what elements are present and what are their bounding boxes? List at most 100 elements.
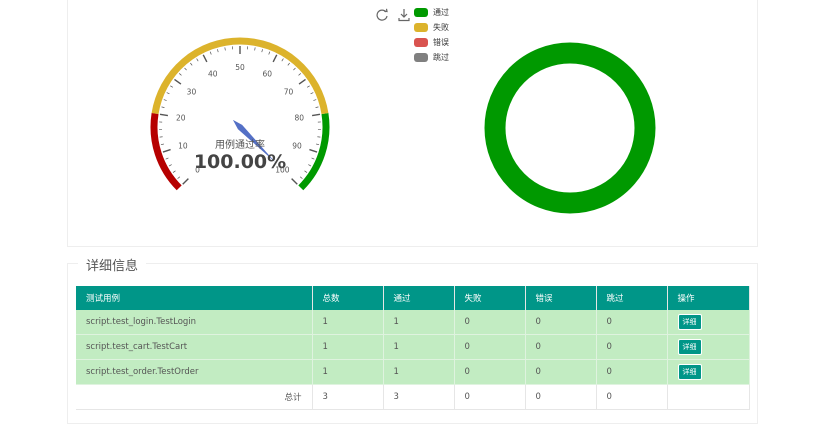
gauge-minor-tick: [308, 164, 312, 167]
summary-error: 0: [525, 384, 597, 410]
case-name: script.test_login.TestLogin: [76, 310, 313, 335]
gauge-minor-tick: [161, 106, 165, 108]
details-table: 测试用例 总数 通过 失败 错误 跳过 操作 script.test_login…: [76, 286, 750, 410]
gauge-minor-tick: [163, 99, 167, 101]
legend-swatch: [414, 38, 428, 47]
gauge-minor-tick: [254, 47, 256, 51]
cell-total: 1: [312, 359, 384, 385]
download-icon[interactable]: [397, 7, 411, 22]
table-row: script.test_order.TestOrder 1 1 0 0 0 详细: [76, 359, 750, 385]
gauge-minor-tick: [209, 51, 212, 55]
gauge-tick-label: 60: [262, 70, 272, 79]
gauge-tick-label: 0: [195, 165, 200, 174]
chart-toolbox: [375, 7, 411, 22]
donut-slice-pass[interactable]: [484, 42, 656, 214]
gauge-minor-tick: [196, 58, 199, 62]
legend-item-pass[interactable]: 通过: [414, 5, 449, 20]
case-name: script.test_order.TestOrder: [76, 359, 313, 385]
cell-skip: 0: [596, 310, 668, 335]
cell-fail: 0: [454, 310, 526, 335]
gauge-minor-tick: [310, 92, 314, 95]
gauge-minor-tick: [166, 92, 170, 95]
summary-row: 总计 3 3 0 0 0: [76, 384, 750, 410]
gauge-major-tick: [174, 78, 182, 85]
gauge-minor-tick: [293, 67, 296, 71]
gauge-tick-label: 70: [284, 88, 294, 97]
header-error: 错误: [525, 286, 597, 310]
gauge-tick-label: 80: [294, 114, 304, 123]
gauge-minor-tick: [316, 143, 320, 146]
cell-pass: 1: [383, 334, 455, 360]
gauge-minor-tick: [315, 106, 319, 108]
gauge-title: 用例通过率: [215, 138, 265, 151]
gauge-minor-tick: [165, 157, 169, 160]
case-name: script.test_cart.TestCart: [76, 334, 313, 360]
gauge-major-tick: [159, 113, 169, 117]
gauge-minor-tick: [268, 51, 271, 55]
cell-total: 1: [312, 334, 384, 360]
legend-swatch: [414, 23, 428, 32]
summary-label: 总计: [76, 384, 313, 410]
cell-error: 0: [525, 359, 597, 385]
legend-item-skip[interactable]: 跳过: [414, 50, 449, 65]
refresh-icon[interactable]: [375, 7, 389, 21]
cell-action: 详细: [667, 310, 750, 335]
gauge-minor-tick: [306, 85, 310, 88]
header-fail: 失败: [454, 286, 526, 310]
summary-action: [667, 384, 750, 410]
gauge-minor-tick: [224, 47, 226, 51]
gauge-major-tick: [291, 178, 298, 185]
header-skip: 跳过: [596, 286, 668, 310]
gauge-minor-tick: [311, 157, 315, 160]
table-row: script.test_login.TestLogin 1 1 0 0 0 详细: [76, 310, 750, 335]
header-pass: 通过: [383, 286, 455, 310]
gauge-minor-tick: [190, 62, 193, 66]
gauge-major-tick: [311, 113, 321, 117]
detail-button[interactable]: 详细: [677, 314, 702, 330]
legend-swatch: [414, 8, 428, 17]
gauge-tick-label: 100: [275, 165, 290, 174]
gauge-minor-tick: [281, 58, 284, 62]
table-row: script.test_cart.TestCart 1 1 0 0 0 详细: [76, 334, 750, 360]
gauge-minor-tick: [177, 176, 181, 179]
gauge-minor-tick: [172, 170, 176, 173]
chart-legend: 通过 失败 错误 跳过: [414, 5, 449, 65]
gauge-tick-label: 90: [292, 142, 302, 151]
gauge-tick-label: 50: [235, 63, 245, 72]
header-case: 测试用例: [76, 286, 313, 310]
cell-skip: 0: [596, 359, 668, 385]
detail-button[interactable]: 详细: [677, 339, 702, 355]
cell-total: 1: [312, 310, 384, 335]
summary-pass: 3: [383, 384, 455, 410]
result-donut-chart: [484, 42, 656, 214]
gauge-minor-tick: [304, 170, 308, 173]
gauge-minor-tick: [298, 73, 301, 76]
header-action: 操作: [667, 286, 750, 310]
gauge-major-tick: [182, 178, 189, 185]
gauge-minor-tick: [287, 62, 290, 66]
detail-button[interactable]: 详细: [677, 364, 702, 380]
gauge-tick-label: 40: [208, 70, 218, 79]
cell-error: 0: [525, 334, 597, 360]
cell-pass: 1: [383, 359, 455, 385]
gauge-tick-label: 30: [187, 88, 197, 97]
details-title: 详细信息: [78, 255, 147, 274]
cell-action: 详细: [667, 334, 750, 360]
legend-item-error[interactable]: 错误: [414, 35, 449, 50]
gauge-value: 100.00%: [194, 151, 286, 173]
gauge-tick-label: 20: [176, 114, 186, 123]
gauge-tick-label: 10: [178, 142, 188, 151]
cell-fail: 0: [454, 359, 526, 385]
gauge-minor-tick: [299, 176, 303, 179]
gauge-minor-tick: [261, 49, 263, 53]
gauge-minor-tick: [179, 73, 182, 76]
pass-rate-gauge: 用例通过率 100.00% 0 10 20 30 40 50 60 70 80 90 100: [150, 37, 330, 191]
gauge-minor-tick: [168, 164, 172, 167]
gauge-major-tick: [298, 78, 306, 85]
gauge-minor-tick: [170, 85, 174, 88]
summary-total: 3: [312, 384, 384, 410]
gauge-major-tick: [162, 148, 171, 153]
summary-fail: 0: [454, 384, 526, 410]
legend-item-fail[interactable]: 失败: [414, 20, 449, 35]
gauge-major-tick: [309, 148, 318, 153]
